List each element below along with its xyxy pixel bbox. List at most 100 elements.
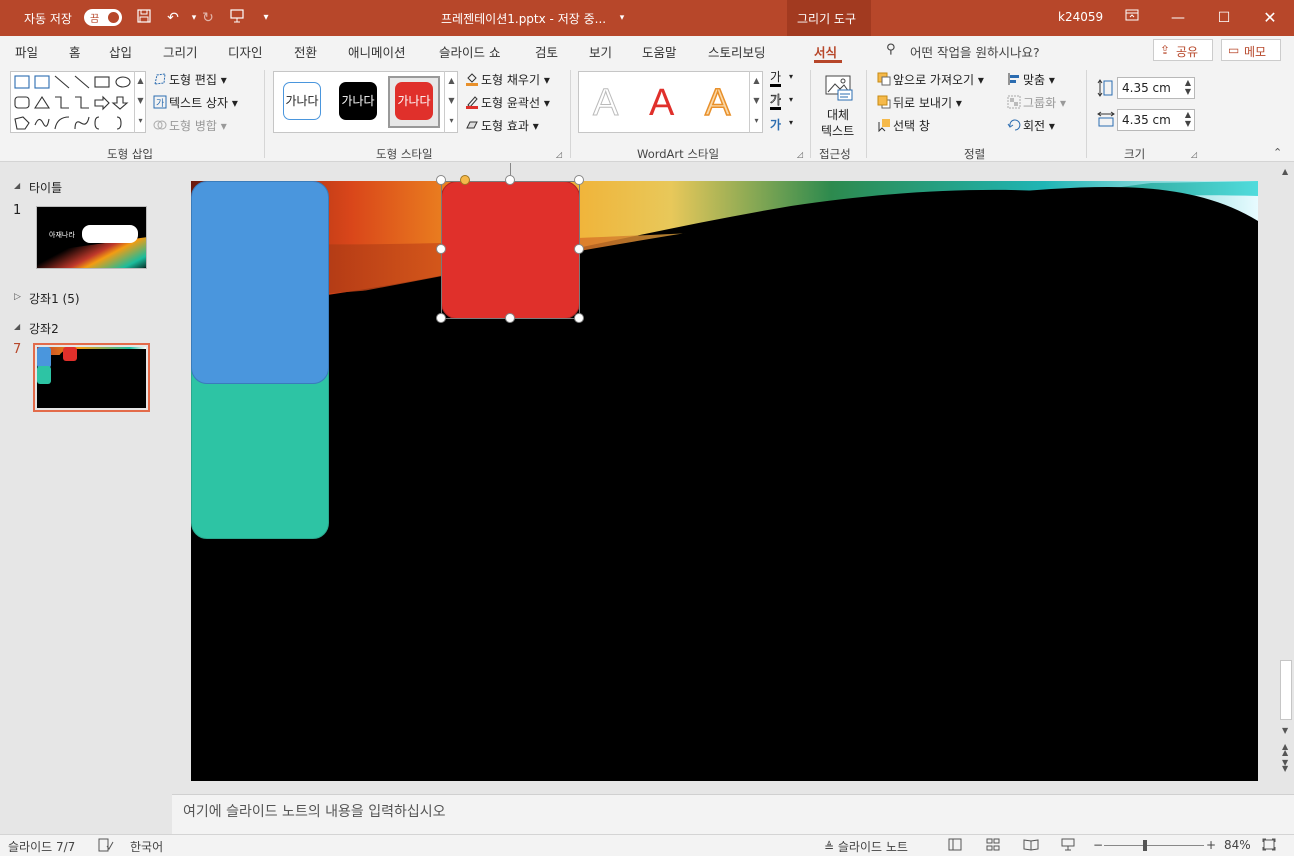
resize-handle-top[interactable] [505,175,515,185]
tab-format[interactable]: 서식 [814,42,837,61]
send-backward-button[interactable]: 뒤로 보내기 ▾ [877,94,962,111]
redo-icon[interactable]: ↻ [198,8,218,28]
previous-slide-icon[interactable]: ▲ ▲ [1282,743,1288,757]
spell-check-icon[interactable] [98,838,114,855]
zoom-slider-thumb[interactable] [1143,840,1147,851]
user-name[interactable]: k24059 [1058,10,1103,24]
minimize-icon[interactable]: — [1168,8,1188,28]
share-button[interactable]: ⇪ 공유 [1153,39,1213,61]
tab-draw[interactable]: 그리기 [163,42,198,61]
zoom-in-icon[interactable]: + [1206,838,1216,852]
shape-style-preset-black[interactable]: 가나다 [339,82,377,120]
height-spinner-icon[interactable]: ▲ ▼ [1185,78,1191,96]
alt-text-button[interactable]: 대체 텍스트 [818,70,860,140]
resize-handle-bottom-left[interactable] [436,313,446,323]
shape-fill-button[interactable]: 도형 채우기 ▾ [465,71,550,88]
wordart-dialog-launcher-icon[interactable]: ◿ [797,150,803,159]
resize-handle-bottom-right[interactable] [574,313,584,323]
undo-icon[interactable]: ↶ [163,8,183,28]
slide-thumbnail-7-selected[interactable] [33,343,150,412]
section-title[interactable]: 타이틀 [29,179,62,196]
vertical-scrollbar[interactable]: ▲ ▼ ▲ ▲ ▼ ▼ [1278,163,1294,793]
wordart-scroll[interactable]: ▲ ▼ ▾ [749,71,763,133]
tab-animations[interactable]: 애니메이션 [348,42,406,61]
customize-qat-icon[interactable]: ▾ [256,8,276,28]
text-effects-button[interactable]: 가 [770,116,781,133]
collapse-ribbon-icon[interactable]: ⌃ [1273,146,1282,159]
scroll-up-icon[interactable]: ▲ [1282,167,1288,176]
tab-home[interactable]: 홈 [69,42,81,61]
slide-thumbnail-1[interactable]: 아재나라 [36,206,147,269]
tab-transitions[interactable]: 전환 [294,42,317,61]
tab-review[interactable]: 검토 [535,42,558,61]
notes-pane[interactable]: 여기에 슬라이드 노트의 내용을 입력하십시오 [172,794,1294,834]
align-button[interactable]: 맞춤 ▾ [1007,71,1055,88]
text-effects-dropdown-icon[interactable]: ▾ [789,118,793,127]
tab-slideshow[interactable]: 슬라이드 쇼 [439,42,500,61]
language-indicator[interactable]: 한국어 [130,838,163,855]
shape-style-preset-outline[interactable]: 가나다 [283,82,321,120]
wordart-preset-white[interactable]: A [592,82,618,125]
resize-handle-left[interactable] [436,244,446,254]
resize-handle-right[interactable] [574,244,584,254]
selection-pane-button[interactable]: 선택 창 [877,117,930,134]
scroll-down-icon[interactable]: ▼ [1282,726,1288,735]
text-outline-dropdown-icon[interactable]: ▾ [789,95,793,104]
notes-toggle-button[interactable]: ≜ 슬라이드 노트 [824,838,908,855]
maximize-icon[interactable]: ☐ [1214,8,1234,28]
shape-height-input[interactable]: 4.35 cm ▲ ▼ [1117,77,1195,99]
shapes-gallery[interactable] [10,71,146,133]
tab-view[interactable]: 보기 [589,42,612,61]
reading-view-icon[interactable] [1023,838,1039,854]
tab-file[interactable]: 파일 [15,42,38,61]
tab-help[interactable]: 도움말 [642,42,677,61]
wordart-gallery[interactable]: A A A [578,71,763,133]
tab-design[interactable]: 디자인 [228,42,263,61]
section-collapse-icon[interactable]: ◢ [14,181,20,190]
slide-7[interactable] [191,181,1258,781]
text-box-button[interactable]: 가 텍스트 상자 ▾ [153,94,238,111]
edit-shape-button[interactable]: 도형 편집 ▾ [153,71,227,88]
section-title[interactable]: 강좌1 (5) [29,290,80,307]
rotate-button[interactable]: 회전 ▾ [1007,117,1055,134]
zoom-level[interactable]: 84% [1224,838,1251,852]
normal-view-icon[interactable] [948,838,962,854]
shape-styles-gallery[interactable]: 가나다 가나다 가나다 [273,71,458,133]
shapes-gallery-scroll[interactable]: ▲ ▼ ▾ [134,71,146,133]
tab-insert[interactable]: 삽입 [109,42,132,61]
slideshow-view-icon[interactable] [1061,838,1075,854]
section-expand-icon[interactable]: ▷ [14,292,21,302]
ribbon-display-options-icon[interactable] [1122,8,1142,28]
section-title[interactable]: 강좌2 [29,320,59,337]
close-icon[interactable]: ✕ [1260,8,1280,28]
text-fill-dropdown-icon[interactable]: ▾ [789,72,793,81]
save-icon[interactable] [134,8,154,28]
slide-sorter-view-icon[interactable] [986,838,1000,854]
notes-placeholder[interactable]: 여기에 슬라이드 노트의 내용을 입력하십시오 [183,801,446,821]
shape-width-input[interactable]: 4.35 cm ▲ ▼ [1117,109,1195,131]
wordart-preset-red[interactable]: A [649,82,674,125]
shape-styles-scroll[interactable]: ▲ ▼ ▾ [444,71,458,133]
zoom-slider[interactable] [1104,845,1204,846]
autosave-toggle[interactable]: 끔 [84,9,122,26]
title-dropdown-icon[interactable]: ▾ [612,8,632,28]
size-dialog-launcher-icon[interactable]: ◿ [1191,150,1197,159]
present-from-start-icon[interactable] [227,8,247,28]
shape-outline-button[interactable]: 도형 윤곽선 ▾ [465,94,550,111]
width-spinner-icon[interactable]: ▲ ▼ [1185,110,1191,128]
resize-handle-top-left[interactable] [436,175,446,185]
shape-effects-button[interactable]: 도형 효과 ▾ [465,117,539,134]
merge-shapes-button[interactable]: 도형 병합 ▾ [153,117,227,134]
tab-storyboarding[interactable]: 스토리보딩 [708,42,766,61]
comments-button[interactable]: ▭ 메모 [1221,39,1281,61]
zoom-out-icon[interactable]: − [1093,838,1103,852]
scroll-thumb[interactable] [1280,660,1292,720]
tell-me-search-input[interactable]: 어떤 작업을 원하시나요? [910,42,1130,60]
corner-radius-adjust-handle[interactable] [460,175,470,185]
resize-handle-top-right[interactable] [574,175,584,185]
bring-forward-button[interactable]: 앞으로 가져오기 ▾ [877,71,984,88]
text-outline-button[interactable]: 가 [770,93,781,110]
wordart-preset-orange[interactable]: A [704,81,731,125]
section-collapse-icon[interactable]: ◢ [14,322,20,331]
shape-styles-dialog-launcher-icon[interactable]: ◿ [556,150,562,159]
